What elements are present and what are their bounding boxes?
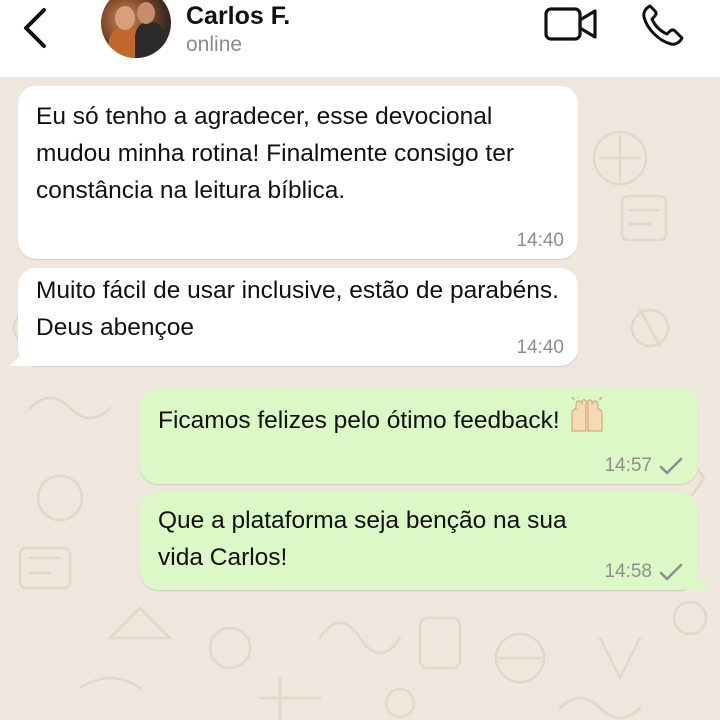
back-button[interactable]	[18, 6, 54, 50]
message-time: 14:57	[604, 455, 652, 476]
raising-hands-emoji	[570, 397, 603, 432]
video-call-button[interactable]	[544, 6, 598, 42]
message-time: 14:40	[516, 230, 564, 251]
message-text-wrap: Ficamos felizes pelo ótimo feedback!	[158, 397, 680, 439]
message-text: Que a plataforma seja benção na sua vida…	[158, 507, 567, 571]
message-text: Muito fácil de usar inclusive, estão de …	[36, 277, 559, 341]
voice-call-button[interactable]	[640, 2, 688, 48]
avatar[interactable]	[101, 0, 171, 58]
message-bubble-incoming[interactable]: Eu só tenho a agradecer, esse devocional…	[18, 86, 578, 259]
bubble-tail-outgoing	[686, 572, 712, 590]
chevron-left-icon	[24, 8, 46, 48]
message-time: 14:58	[604, 561, 652, 582]
sent-check-icon	[659, 563, 683, 581]
message-meta: 14:58	[604, 562, 684, 582]
phone-icon	[642, 4, 684, 46]
message-bubble-incoming[interactable]: Muito fácil de usar inclusive, estão de …	[18, 268, 578, 366]
video-camera-icon	[544, 7, 597, 41]
contact-name[interactable]: Carlos F.	[186, 2, 290, 31]
bubble-tail-incoming	[8, 348, 34, 366]
sent-check-icon	[659, 457, 683, 475]
chat-area[interactable]: Eu só tenho a agradecer, esse devocional…	[0, 78, 720, 720]
message-meta: 14:57	[604, 456, 684, 476]
message-bubble-outgoing[interactable]: Ficamos felizes pelo ótimo feedback! 14:…	[140, 387, 698, 484]
contact-status: online	[186, 33, 243, 56]
message-bubble-outgoing[interactable]: Que a plataforma seja benção na sua vida…	[140, 492, 698, 590]
message-text: Eu só tenho a agradecer, esse devocional…	[36, 103, 515, 204]
message-time: 14:40	[516, 337, 564, 358]
message-text: Ficamos felizes pelo ótimo feedback!	[158, 407, 560, 434]
chat-header: Carlos F. online	[0, 0, 720, 78]
